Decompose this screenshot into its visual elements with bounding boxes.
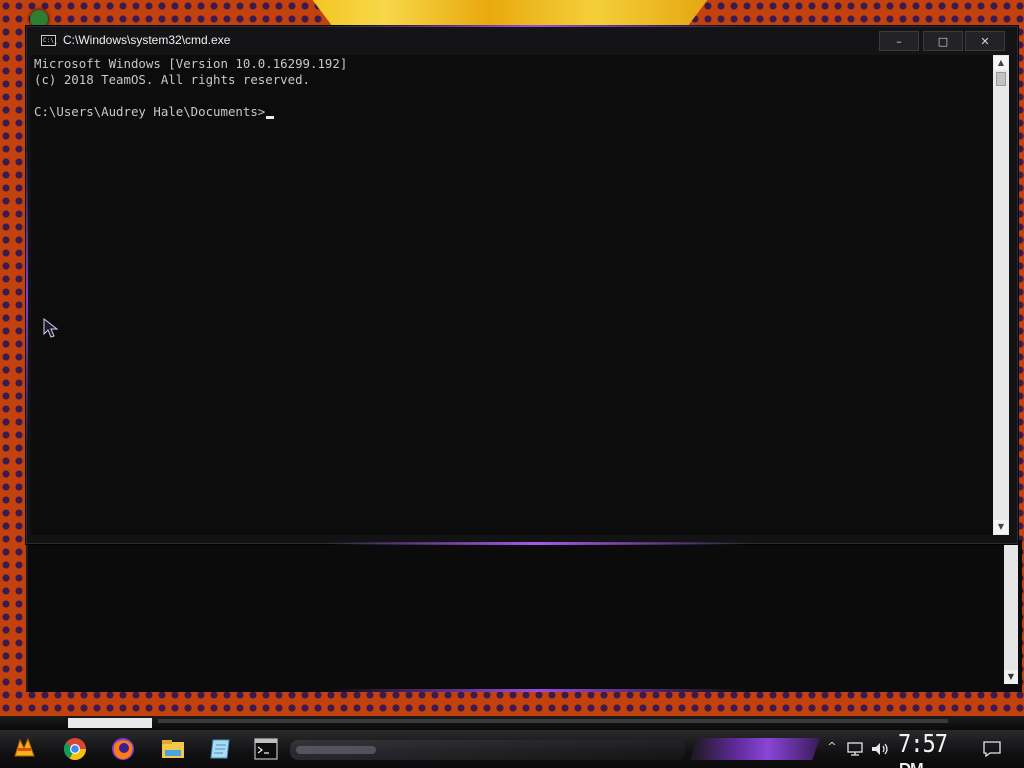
chrome-icon[interactable] — [62, 736, 88, 762]
background-window-content — [36, 540, 1002, 684]
start-button[interactable] — [12, 736, 38, 762]
minimize-button[interactable]: – — [879, 31, 919, 51]
cmd-window-icon[interactable]: C:\_ — [41, 35, 57, 46]
scroll-down-icon[interactable]: ▼ — [994, 520, 1008, 534]
background-scroll-down-icon[interactable]: ▼ — [1004, 670, 1018, 684]
vertical-scrollbar[interactable]: ▲ ▼ — [993, 55, 1009, 535]
prompt-text: C:\Users\Audrey Hale\Documents> — [34, 104, 266, 119]
maximize-button[interactable]: □ — [923, 31, 963, 51]
taskbar-shelf — [0, 716, 1024, 730]
action-center-icon[interactable] — [982, 740, 1002, 758]
window-glow-accent — [26, 147, 28, 447]
network-icon[interactable] — [846, 740, 864, 758]
cmd-window[interactable]: C:\_ C:\Windows\system32\cmd.exe – □ ✕ M… — [26, 25, 1018, 545]
console-line: Microsoft Windows [Version 10.0.16299.19… — [34, 56, 348, 71]
file-explorer-icon[interactable] — [160, 736, 186, 762]
firefox-icon[interactable] — [110, 736, 136, 762]
wallpaper-artwork — [312, 0, 708, 28]
console-output[interactable]: Microsoft Windows [Version 10.0.16299.19… — [31, 55, 993, 535]
console-line: (c) 2018 TeamOS. All rights reserved. — [34, 72, 311, 87]
background-window-scrollbar[interactable] — [1004, 540, 1018, 684]
search-placeholder-pill — [296, 746, 376, 754]
taskbar-decoration — [690, 738, 820, 760]
cmd-taskbar-icon[interactable] — [254, 738, 278, 760]
system-clock[interactable]: 7:57 PM — [898, 730, 964, 768]
taskbar-search-area[interactable] — [290, 740, 685, 760]
volume-icon[interactable] — [870, 740, 890, 758]
scroll-thumb[interactable] — [996, 72, 1006, 86]
window-glow-accent — [328, 689, 748, 692]
taskbar: ^ 7:57 PM — [0, 730, 1024, 768]
console-prompt[interactable]: C:\Users\Audrey Hale\Documents> — [34, 104, 275, 120]
window-glow-accent — [327, 542, 747, 545]
shelf-bar — [158, 719, 948, 723]
background-window[interactable]: ▼ — [26, 540, 1022, 692]
shelf-light — [68, 718, 152, 728]
mouse-pointer-icon — [43, 318, 59, 338]
window-title: C:\Windows\system32\cmd.exe — [63, 33, 231, 47]
scroll-up-icon[interactable]: ▲ — [994, 56, 1008, 70]
close-button[interactable]: ✕ — [965, 31, 1005, 51]
notepad-icon[interactable] — [208, 736, 234, 762]
text-cursor — [266, 116, 275, 119]
show-hidden-icons-chevron-icon[interactable]: ^ — [826, 740, 838, 753]
title-bar[interactable]: C:\_ C:\Windows\system32\cmd.exe – □ ✕ — [27, 27, 1017, 55]
